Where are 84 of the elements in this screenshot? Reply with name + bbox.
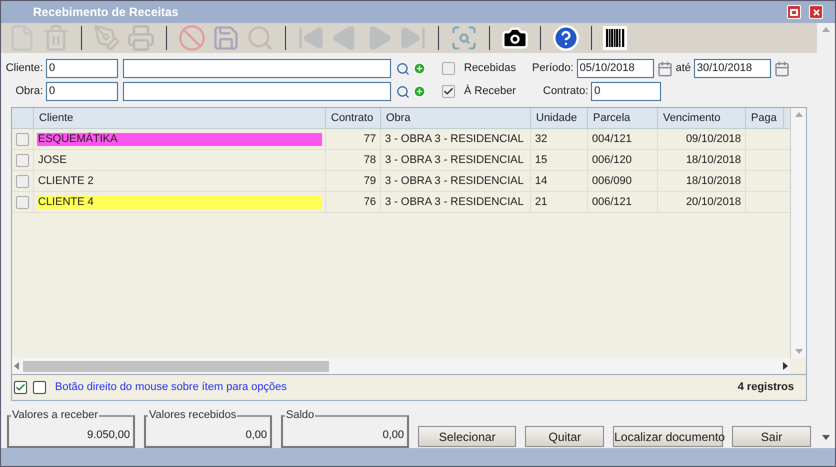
barcode-icon[interactable] — [601, 24, 629, 52]
total-value: 0,00 — [382, 429, 404, 441]
scroll-right-icon[interactable] — [783, 362, 788, 370]
checkbox[interactable] — [16, 154, 29, 166]
column-header[interactable]: Unidade — [531, 108, 588, 128]
calendar-icon[interactable] — [656, 60, 673, 76]
add-icon[interactable] — [413, 85, 426, 98]
table-cell-text: 3 - OBRA 3 - RESIDENCIAL — [384, 196, 525, 208]
column-header[interactable]: Vencimento — [658, 108, 746, 128]
table-cell-text: 21 — [534, 196, 548, 208]
checkbox[interactable] — [33, 381, 46, 394]
date-field[interactable]: 30/10/2018 — [694, 59, 771, 78]
checkbox-label: Recebidas — [464, 61, 517, 76]
table-cell-text: 78 — [362, 154, 377, 166]
table-cell-text: 18/10/2018 — [684, 174, 742, 188]
table-cell-text: 006/090 — [591, 174, 633, 188]
help-icon[interactable] — [550, 22, 582, 54]
date-field[interactable]: 05/10/2018 — [576, 59, 654, 78]
table-cell-text: 15 — [534, 154, 548, 166]
horizontal-scrollbar[interactable] — [12, 358, 790, 374]
field-label: Contrato: — [543, 84, 588, 100]
table-cell-text: 3 - OBRA 3 - RESIDENCIAL — [384, 154, 525, 166]
field-label: Cliente: — [5, 61, 43, 76]
close-button[interactable] — [809, 5, 823, 19]
window-title: Recebimento de Receitas — [33, 4, 180, 21]
scroll-left-icon[interactable] — [14, 362, 19, 370]
table-cell-text: 77 — [362, 132, 377, 146]
table-cell-text: 09/10/2018 — [684, 132, 742, 146]
total-label: Valores recebidos — [148, 409, 238, 421]
search-icon[interactable] — [396, 84, 410, 98]
table-cell-text: 004/121 — [591, 132, 633, 146]
contract-field[interactable]: 0 — [591, 82, 662, 101]
table-cell: ESQUEMÁTIKA — [37, 132, 322, 146]
checkbox[interactable] — [16, 174, 29, 188]
table-cell-text: 006/121 — [591, 196, 633, 208]
hint-text: Botão direito do mouse sobre ítem para opções — [55, 380, 288, 396]
checkbox[interactable] — [442, 62, 455, 75]
column-header[interactable]: Contrato — [326, 108, 381, 128]
table-cell-text: 3 - OBRA 3 - RESIDENCIAL — [384, 132, 525, 146]
record-count: 4 registros — [738, 380, 794, 396]
client-name-field[interactable] — [123, 59, 391, 78]
table-cell-text: 32 — [534, 132, 548, 146]
table-cell-text: 3 - OBRA 3 - RESIDENCIAL — [384, 174, 525, 188]
table-cell: CLIENTE 4 — [37, 196, 322, 208]
field-label: até — [676, 61, 691, 76]
table-cell-text: CLIENTE 2 — [37, 174, 95, 188]
total-label: Valores a receber — [11, 409, 100, 421]
field-label: Período: — [532, 61, 574, 76]
action-button[interactable]: Sair — [732, 426, 811, 447]
total-value: 0,00 — [246, 429, 267, 441]
scroll-up-icon[interactable] — [822, 27, 830, 32]
total-value: 9.050,00 — [87, 429, 130, 441]
table-cell-text: 76 — [362, 196, 377, 208]
total-label: Saldo — [285, 409, 316, 421]
table-cell-text: 79 — [362, 174, 377, 188]
field-label: Obra: — [14, 84, 43, 100]
table-cell-text: 18/10/2018 — [684, 154, 742, 166]
action-button[interactable]: Quitar — [525, 426, 604, 447]
close-icon — [812, 8, 820, 16]
checkbox-label: À Receber — [464, 84, 517, 100]
project-name-field[interactable] — [123, 82, 391, 101]
checkbox[interactable] — [442, 85, 455, 98]
scroll-down-icon[interactable] — [822, 435, 830, 440]
column-header[interactable]: Obra — [381, 108, 531, 128]
table-cell-text: JOSE — [37, 154, 68, 166]
table-cell-text: 006/120 — [591, 154, 633, 166]
maximize-button[interactable] — [787, 5, 801, 19]
table-cell-text: 14 — [534, 174, 548, 188]
column-header[interactable]: Parcela — [588, 108, 658, 128]
add-icon[interactable] — [413, 62, 426, 75]
client-code-field[interactable]: 0 — [46, 59, 118, 78]
vertical-scrollbar[interactable] — [790, 108, 806, 358]
column-header[interactable]: Cliente — [34, 108, 326, 128]
checkbox[interactable] — [16, 132, 29, 146]
checkbox[interactable] — [14, 381, 27, 394]
column-header[interactable]: Paga — [746, 108, 784, 128]
action-button[interactable]: Selecionar — [418, 426, 516, 447]
scroll-up-icon[interactable] — [794, 112, 802, 117]
search-icon[interactable] — [396, 62, 410, 76]
table-cell-text: 20/10/2018 — [684, 196, 742, 208]
project-code-field[interactable]: 0 — [46, 82, 118, 101]
checkbox[interactable] — [16, 196, 29, 208]
action-button[interactable]: Localizar documento — [613, 426, 724, 447]
calendar-icon[interactable] — [774, 60, 790, 76]
